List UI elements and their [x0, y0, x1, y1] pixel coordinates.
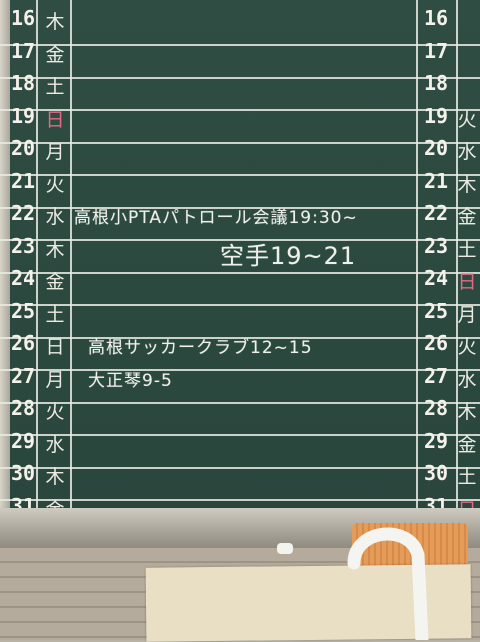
day-number: 16	[10, 6, 36, 30]
day-number: 24	[10, 266, 36, 290]
right-weekday-label: 月	[457, 303, 477, 326]
schedule-note: 高根小PTAパトロール会議19:30~	[74, 208, 358, 228]
schedule-note: 大正琴9-5	[88, 370, 173, 391]
calendar-row: 26 日 高根サッカークラブ12~15 26 火	[0, 327, 480, 361]
right-day-number: 28	[423, 396, 449, 420]
calendar-row: 29 水 29 金	[0, 425, 480, 459]
weekday-label: 日	[45, 108, 65, 131]
calendar-row: 25 土 25 月	[0, 295, 480, 329]
right-day-number: 29	[423, 428, 449, 453]
day-number: 17	[10, 38, 36, 63]
right-weekday-label: 水	[457, 368, 477, 391]
right-day-number: 23	[423, 233, 449, 258]
day-number: 25	[10, 298, 36, 323]
right-weekday-label: 木	[457, 401, 477, 423]
right-day-number: 20	[423, 136, 449, 160]
right-day-number: 17	[423, 38, 449, 63]
calendar-row: 18 土 18	[0, 67, 480, 101]
calendar-row: 19 日 19 火	[0, 100, 480, 134]
right-day-number: 18	[423, 71, 449, 95]
day-number: 30	[10, 461, 36, 485]
weekday-label: 火	[45, 173, 65, 196]
day-number: 23	[10, 233, 36, 258]
right-weekday-label: 金	[457, 206, 477, 228]
right-weekday-label: 土	[457, 238, 477, 261]
right-day-number: 27	[423, 363, 449, 388]
calendar-row: 22 水高根小PTAパトロール会議19:30~ 22 金	[0, 197, 480, 231]
weekday-label: 木	[45, 238, 65, 261]
right-weekday-label: 日	[457, 271, 477, 293]
right-day-number: 26	[423, 331, 449, 355]
chalkboard-calendar: 16 木 16 17 金 17 18 土 18 19 日 19 火 20 月 20 水 21 火 21 木 22 水高根小P…	[0, 0, 480, 526]
day-number: 28	[10, 396, 36, 420]
day-number: 22	[10, 201, 36, 225]
right-weekday-label: 木	[457, 173, 477, 196]
weekday-label: 金	[45, 271, 65, 293]
right-day-number: 16	[423, 6, 449, 30]
day-number: 26	[10, 331, 36, 355]
right-weekday-label: 火	[457, 336, 477, 358]
right-weekday-label: 金	[457, 433, 477, 456]
weekday-label: 水	[45, 433, 65, 456]
umbrella-handle-icon	[347, 527, 429, 640]
calendar-row: 16 木 16	[0, 2, 480, 36]
calendar-row: 21 火 21 木	[0, 165, 480, 199]
weekday-label: 月	[45, 141, 65, 163]
weekday-label: 木	[45, 466, 65, 488]
weekday-label: 火	[45, 401, 65, 423]
day-number: 27	[10, 363, 36, 388]
calendar-row: 20 月 20 水	[0, 132, 480, 166]
chalk-piece	[277, 543, 293, 554]
calendar-row: 23 木空手19~21 23 土	[0, 230, 480, 270]
calendar-row: 24 金 24 日	[0, 262, 480, 296]
calendar-row: 28 火 28 木	[0, 392, 480, 426]
weekday-label: 土	[45, 76, 65, 98]
right-day-number: 24	[423, 266, 449, 290]
weekday-label: 木	[45, 11, 65, 33]
weekday-label: 土	[45, 303, 65, 326]
right-day-number: 25	[423, 298, 449, 323]
schedule-note: 高根サッカークラブ12~15	[88, 338, 313, 358]
weekday-label: 水	[45, 206, 65, 228]
right-weekday-label: 水	[457, 141, 477, 163]
right-day-number: 21	[423, 168, 449, 193]
weekday-label: 金	[45, 43, 65, 66]
day-number: 18	[10, 71, 36, 95]
right-weekday-label: 土	[457, 466, 477, 488]
weekday-label: 月	[45, 368, 65, 391]
day-number: 20	[10, 136, 36, 160]
right-day-number: 22	[423, 201, 449, 225]
day-number: 21	[10, 168, 36, 193]
calendar-row: 17 金 17	[0, 35, 480, 69]
day-number: 29	[10, 428, 36, 453]
calendar-row: 27 月 大正琴9-5 27 水	[0, 360, 480, 394]
weekday-label: 日	[45, 336, 65, 358]
right-day-number: 19	[423, 103, 449, 128]
day-number: 19	[10, 103, 36, 128]
right-day-number: 30	[423, 461, 449, 485]
right-weekday-label: 火	[457, 108, 477, 131]
calendar-row: 30 木 30 土	[0, 457, 480, 491]
